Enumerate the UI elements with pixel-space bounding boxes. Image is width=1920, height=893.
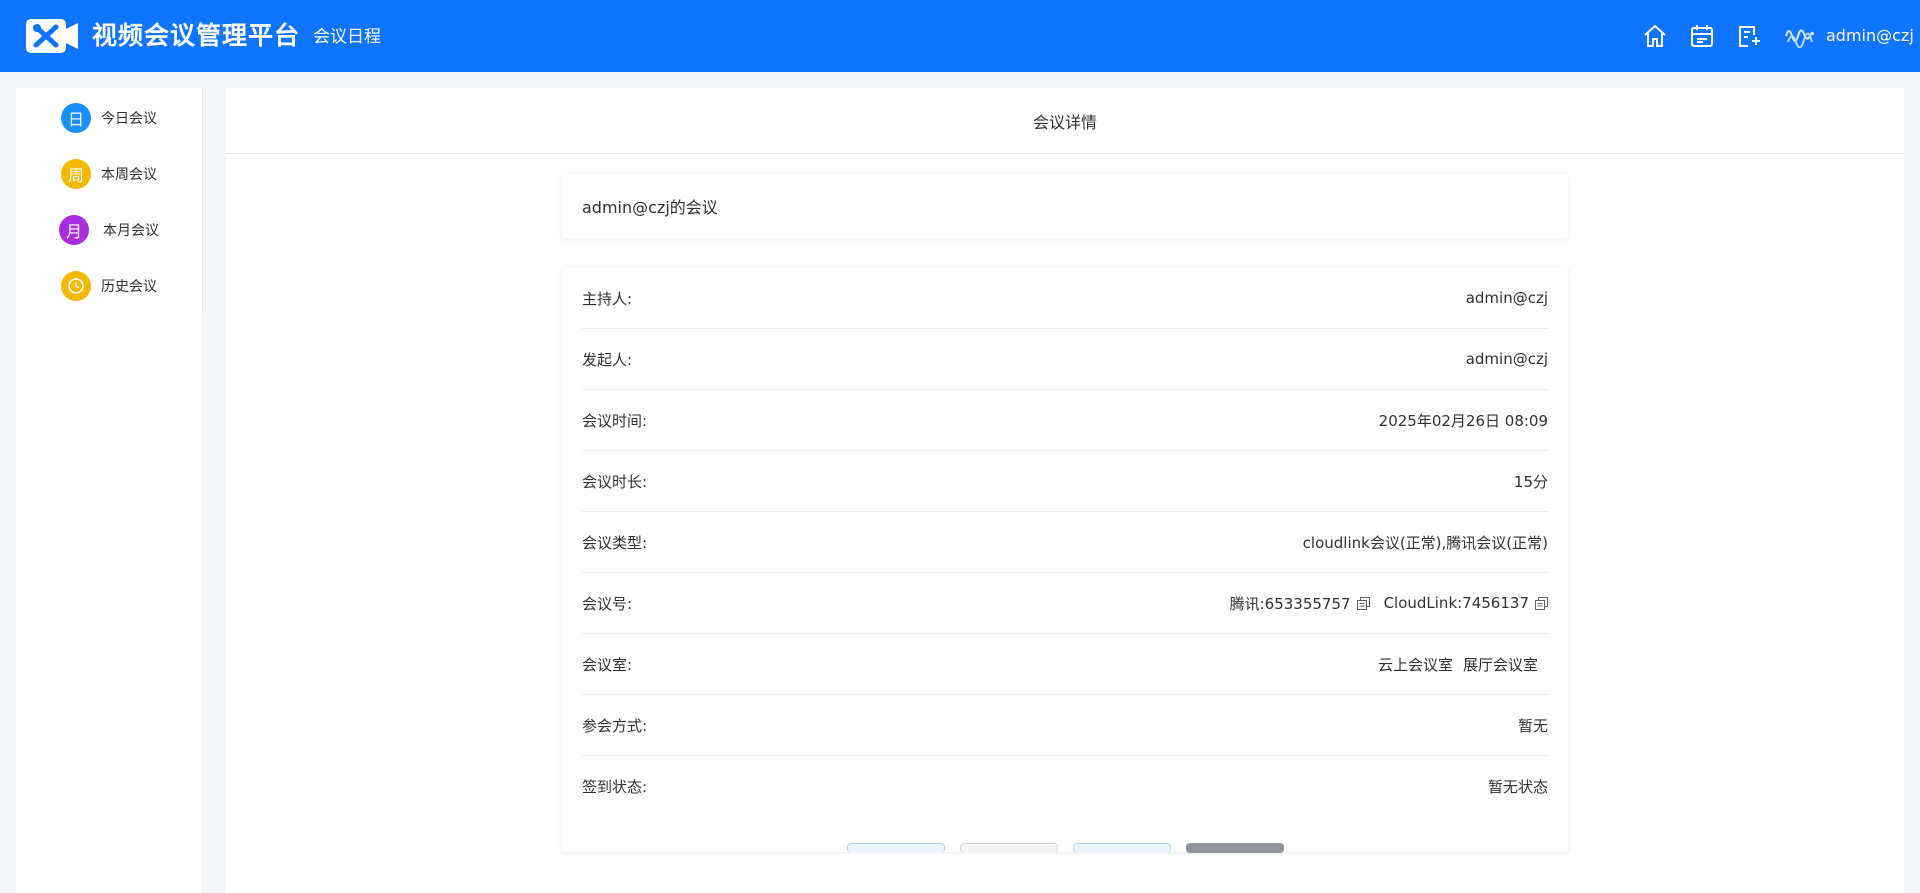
sidebar-item-history[interactable]: 历史会议	[61, 270, 157, 302]
sidebar: 日 今日会议 周 本周会议 月 本月会议 历史会议	[16, 88, 202, 893]
action-button-2[interactable]	[960, 843, 1058, 853]
action-button-4[interactable]	[1186, 843, 1284, 853]
action-button-1[interactable]	[847, 843, 945, 853]
sidebar-item-label: 本月会议	[103, 223, 159, 239]
sidebar-item-month[interactable]: 月 本月会议	[59, 214, 159, 246]
detail-label: 会议号:	[582, 594, 633, 613]
detail-row-duration: 会议时长: 15分	[582, 451, 1548, 512]
sidebar-item-label: 今日会议	[101, 111, 157, 127]
user-name[interactable]: admin@czj	[1826, 24, 1914, 48]
meeting-detail-card: 主持人: admin@czj 发起人: admin@czj 会议时间: 2025…	[562, 268, 1568, 852]
sidebar-item-label: 本周会议	[101, 167, 157, 183]
nav-meeting-schedule[interactable]: 会议日程	[313, 25, 381, 49]
detail-label: 发起人:	[582, 350, 633, 369]
main-panel: 会议详情 admin@czj的会议 主持人: admin@czj 发起人: ad…	[226, 88, 1904, 893]
detail-label: 会议类型:	[582, 533, 648, 552]
home-icon[interactable]	[1641, 22, 1669, 50]
detail-label: 参会方式:	[582, 716, 648, 735]
page-title: 会议详情	[226, 88, 1904, 154]
detail-value: 暂无状态	[1487, 778, 1548, 796]
detail-label: 会议时长:	[582, 472, 648, 491]
meeting-name-card: admin@czj的会议	[562, 174, 1568, 238]
detail-row-signin-status: 签到状态: 暂无状态	[582, 756, 1548, 817]
week-badge-icon: 周	[61, 159, 91, 189]
detail-label: 会议时间:	[582, 411, 648, 430]
detail-row-host: 主持人: admin@czj	[582, 268, 1548, 329]
sidebar-item-label: 历史会议	[101, 279, 157, 295]
detail-row-time: 会议时间: 2025年02月26日 08:09	[582, 390, 1548, 451]
detail-label: 主持人:	[582, 289, 633, 308]
user-avatar[interactable]	[1784, 22, 1814, 48]
sidebar-item-week[interactable]: 周 本周会议	[61, 158, 157, 190]
detail-row-room: 会议室: 云上会议室 展厅会议室	[582, 634, 1548, 695]
copy-icon[interactable]	[1535, 596, 1548, 610]
detail-value: admin@czj	[1465, 350, 1548, 368]
detail-label: 会议室:	[582, 655, 633, 674]
app-title: 视频会议管理平台	[92, 21, 301, 50]
calendar-icon[interactable]	[1688, 22, 1716, 50]
sidebar-divider	[202, 88, 203, 313]
detail-value: admin@czj	[1465, 289, 1548, 307]
detail-row-initiator: 发起人: admin@czj	[582, 329, 1548, 390]
detail-value: 腾讯:653355757 CloudLink:7456137	[1230, 593, 1548, 614]
cloudlink-meeting-id: CloudLink:7456137	[1383, 594, 1529, 612]
detail-row-type: 会议类型: cloudlink会议(正常),腾讯会议(正常)	[582, 512, 1548, 573]
app-logo-icon	[26, 19, 78, 53]
detail-value: 云上会议室 展厅会议室	[1378, 654, 1548, 675]
top-header: 视频会议管理平台 会议日程 admin@czj	[0, 0, 1920, 72]
today-badge-icon: 日	[61, 103, 91, 133]
detail-value: 2025年02月26日 08:09	[1378, 411, 1548, 430]
detail-value: 15分	[1513, 472, 1548, 491]
meeting-name: admin@czj的会议	[582, 198, 718, 217]
detail-row-meeting-id: 会议号: 腾讯:653355757 CloudLink:7456137	[582, 573, 1548, 634]
clock-icon	[61, 271, 91, 301]
detail-value: cloudlink会议(正常),腾讯会议(正常)	[1302, 533, 1548, 552]
month-badge-icon: 月	[59, 215, 89, 245]
copy-icon[interactable]	[1356, 596, 1370, 610]
room-tag: 展厅会议室	[1462, 655, 1538, 674]
action-button-3[interactable]	[1073, 843, 1171, 853]
detail-value: 暂无	[1517, 716, 1548, 735]
tencent-meeting-id: 腾讯:653355757	[1229, 594, 1351, 613]
sidebar-item-today[interactable]: 日 今日会议	[61, 102, 157, 134]
room-tag: 云上会议室	[1377, 655, 1453, 674]
detail-row-join-method: 参会方式: 暂无	[582, 695, 1548, 756]
detail-label: 签到状态:	[582, 778, 648, 796]
document-edit-icon[interactable]	[1734, 22, 1762, 50]
